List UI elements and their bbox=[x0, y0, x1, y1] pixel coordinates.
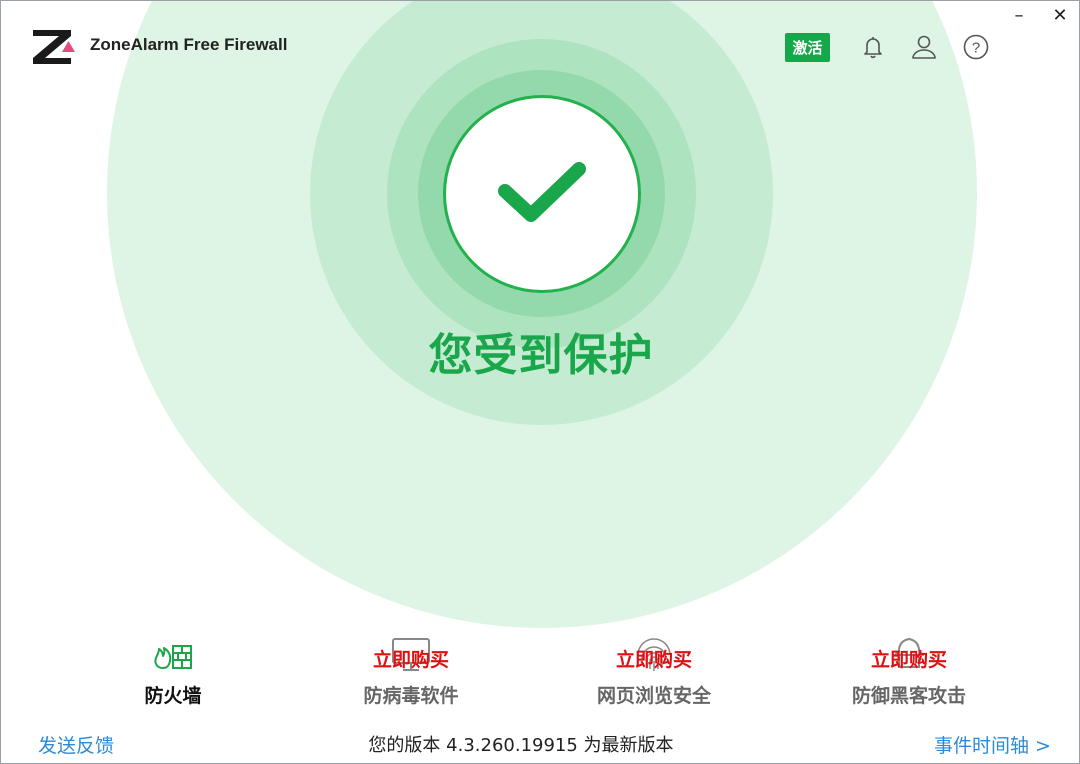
feature-web-security[interactable]: 立即购买 网页浏览安全 bbox=[564, 633, 744, 708]
app-title: ZoneAlarm Free Firewall bbox=[90, 35, 288, 54]
checkmark-icon bbox=[498, 162, 586, 222]
feature-icon-wrap: 立即购买 bbox=[819, 633, 999, 677]
feature-firewall[interactable]: 防火墙 bbox=[83, 633, 263, 708]
status-circle bbox=[443, 95, 641, 293]
send-feedback-link[interactable]: 发送反馈 bbox=[38, 731, 114, 758]
buy-now-badge[interactable]: 立即购买 bbox=[321, 645, 501, 672]
feature-icon-wrap: 立即购买 bbox=[564, 633, 744, 677]
buy-now-badge[interactable]: 立即购买 bbox=[819, 645, 999, 672]
feature-antivirus[interactable]: 立即购买 防病毒软件 bbox=[321, 633, 501, 708]
bell-icon[interactable] bbox=[859, 33, 887, 61]
feature-label: 防御黑客攻击 bbox=[851, 685, 966, 707]
version-status: 您的版本 4.3.260.19915 为最新版本 bbox=[368, 735, 674, 756]
feature-label: 防病毒软件 bbox=[363, 685, 459, 707]
feature-label: 防火墙 bbox=[144, 685, 202, 707]
feature-icon-wrap bbox=[83, 633, 263, 677]
feature-label: 网页浏览安全 bbox=[596, 685, 711, 707]
activate-button[interactable]: 激活 bbox=[785, 33, 830, 62]
user-icon[interactable] bbox=[910, 33, 938, 61]
feature-icon-wrap: 立即购买 bbox=[321, 633, 501, 677]
svg-text:?: ? bbox=[972, 40, 980, 57]
buy-now-badge[interactable]: 立即购买 bbox=[564, 645, 744, 672]
firewall-icon bbox=[154, 645, 192, 669]
feature-hacker-defense[interactable]: 立即购买 防御黑客攻击 bbox=[819, 633, 999, 708]
minimize-button[interactable]: – bbox=[1009, 6, 1029, 26]
app-window: 您受到保护 ZoneAlarm Free Firewall 激活 ? – ✕ 防… bbox=[0, 0, 1080, 764]
close-button[interactable]: ✕ bbox=[1050, 6, 1070, 26]
event-timeline-link[interactable]: 事件时间轴 > bbox=[934, 731, 1051, 758]
zonealarm-logo bbox=[33, 30, 75, 64]
help-icon[interactable]: ? bbox=[962, 33, 990, 61]
protection-status: 您受到保护 bbox=[428, 330, 654, 381]
